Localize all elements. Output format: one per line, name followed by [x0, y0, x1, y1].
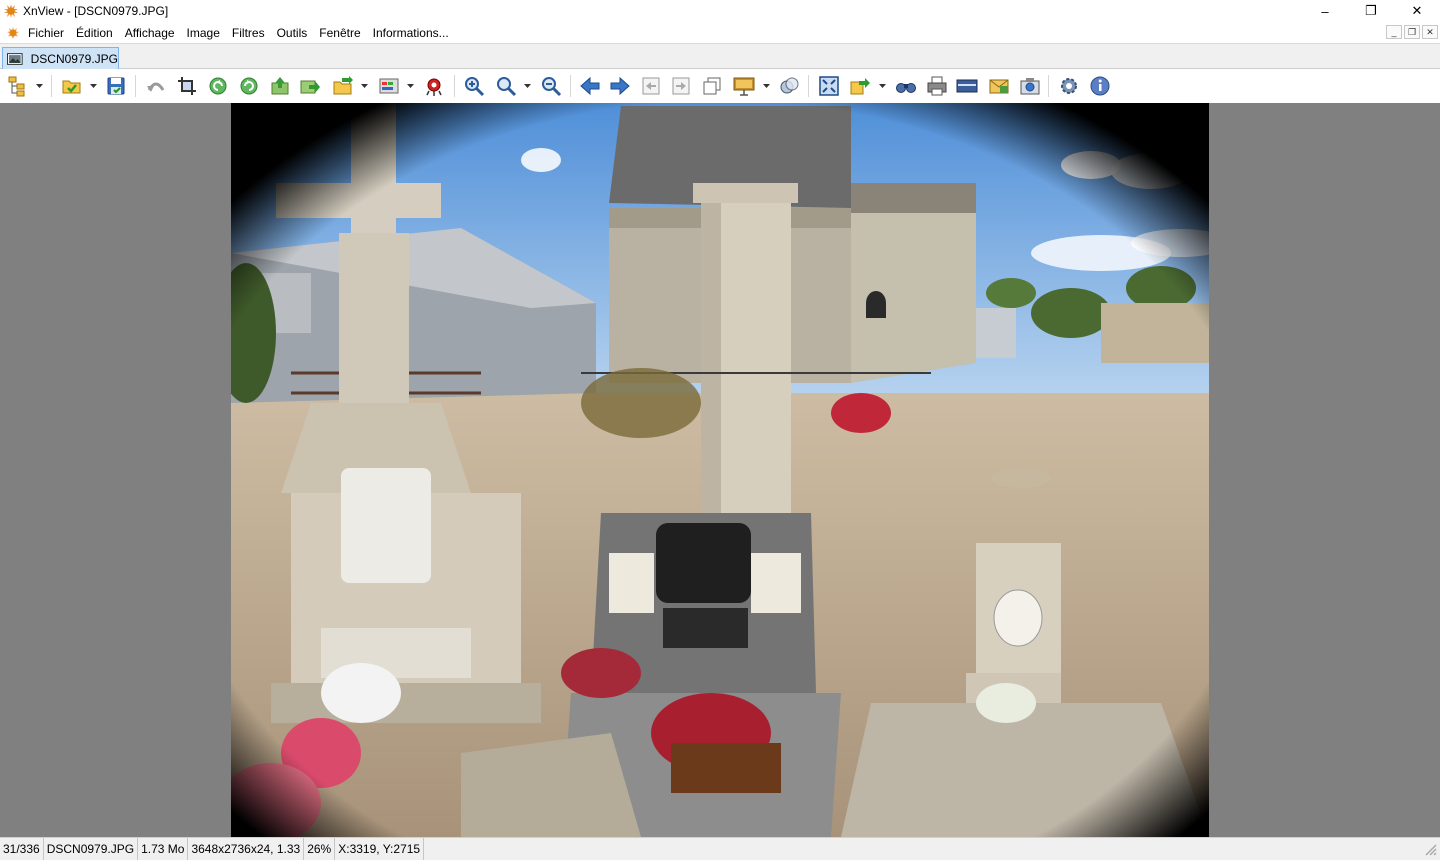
zoom-icon[interactable]: [494, 74, 518, 98]
mdi-restore-button[interactable]: ❐: [1404, 25, 1420, 39]
menu-affichage[interactable]: Affichage: [119, 26, 181, 40]
maximize-button[interactable]: ❐: [1348, 0, 1394, 22]
menu-edition[interactable]: Édition: [70, 26, 119, 40]
status-bar: 31/336 DSCN0979.JPG 1.73 Mo 3648x2736x24…: [0, 837, 1440, 860]
toolbar-separator: [454, 75, 455, 97]
toolbar: [0, 69, 1440, 103]
zoom-in-icon[interactable]: [462, 74, 486, 98]
menu-filtres[interactable]: Filtres: [226, 26, 271, 40]
toolbar-separator: [808, 75, 809, 97]
toolbar-separator: [51, 75, 52, 97]
image-viewer[interactable]: [0, 103, 1440, 837]
export-icon[interactable]: [298, 74, 322, 98]
window-title: XnView - [DSCN0979.JPG]: [23, 4, 169, 18]
copy-icon[interactable]: [700, 74, 724, 98]
status-filesize: 1.73 Mo: [138, 837, 189, 860]
acquire-icon[interactable]: [268, 74, 292, 98]
mdi-minimize-button[interactable]: _: [1386, 25, 1402, 39]
tab-strip: DSCN0979.JPG: [0, 43, 1440, 69]
status-filename: DSCN0979.JPG: [44, 837, 139, 860]
adjust-icon[interactable]: [377, 74, 401, 98]
chevron-down-icon[interactable]: [90, 83, 97, 89]
chevron-down-icon[interactable]: [524, 83, 531, 89]
print-icon[interactable]: [925, 74, 949, 98]
chevron-down-icon[interactable]: [879, 83, 886, 89]
info-icon[interactable]: [1088, 74, 1112, 98]
rotate-left-icon[interactable]: [206, 74, 230, 98]
rotate-right-icon[interactable]: [237, 74, 261, 98]
menu-fenetre[interactable]: Fenêtre: [313, 26, 366, 40]
previous-icon[interactable]: [578, 74, 602, 98]
image-tab-icon: [7, 52, 23, 65]
first-page-icon[interactable]: [639, 74, 663, 98]
last-page-icon[interactable]: [669, 74, 693, 98]
minimize-button[interactable]: –: [1302, 0, 1348, 22]
status-position: 31/336: [0, 837, 44, 860]
find-icon[interactable]: [894, 74, 918, 98]
slideshow-icon[interactable]: [732, 74, 756, 98]
email-icon[interactable]: [987, 74, 1011, 98]
xnview-logo-icon: [4, 4, 18, 18]
compare-icon[interactable]: [777, 74, 801, 98]
resize-grip-icon[interactable]: [1422, 841, 1438, 857]
batch-icon[interactable]: [848, 74, 872, 98]
capture-icon[interactable]: [1018, 74, 1042, 98]
toolbar-separator: [1048, 75, 1049, 97]
fullscreen-icon[interactable]: [817, 74, 841, 98]
tab-label: DSCN0979.JPG: [30, 51, 118, 66]
next-icon[interactable]: [608, 74, 632, 98]
chevron-down-icon[interactable]: [763, 83, 770, 89]
zoom-out-icon[interactable]: [539, 74, 563, 98]
cemetery-photo: [231, 103, 1209, 837]
toolbar-separator: [570, 75, 571, 97]
menu-bar: Fichier Édition Affichage Image Filtres …: [0, 22, 1440, 43]
status-dimensions: 3648x2736x24, 1.33: [188, 837, 305, 860]
menu-outils[interactable]: Outils: [271, 26, 314, 40]
chevron-down-icon[interactable]: [407, 83, 414, 89]
red-eye-icon[interactable]: [422, 74, 446, 98]
folder-arrow-icon[interactable]: [331, 74, 355, 98]
open-folder-icon[interactable]: [60, 74, 84, 98]
save-icon[interactable]: [104, 74, 128, 98]
browser-tree-icon[interactable]: [6, 74, 30, 98]
settings-icon[interactable]: [1057, 74, 1081, 98]
menu-informations[interactable]: Informations...: [367, 26, 455, 40]
mdi-close-button[interactable]: ✕: [1422, 25, 1438, 39]
status-cursor: X:3319, Y:2715: [335, 837, 425, 860]
close-button[interactable]: ✕: [1394, 0, 1440, 22]
chevron-down-icon[interactable]: [36, 83, 43, 89]
tab-dscn0979[interactable]: DSCN0979.JPG: [2, 47, 119, 69]
chevron-down-icon[interactable]: [361, 83, 368, 89]
title-bar: XnView - [DSCN0979.JPG] – ❐ ✕: [0, 0, 1440, 22]
photo: [231, 103, 1209, 837]
undo-icon[interactable]: [144, 74, 168, 98]
menu-fichier[interactable]: Fichier: [22, 26, 70, 40]
scanner-icon[interactable]: [955, 74, 979, 98]
toolbar-separator: [135, 75, 136, 97]
status-zoom: 26%: [304, 837, 336, 860]
crop-icon[interactable]: [175, 74, 199, 98]
menu-image[interactable]: Image: [181, 26, 226, 40]
xnview-menu-icon[interactable]: [6, 26, 20, 40]
